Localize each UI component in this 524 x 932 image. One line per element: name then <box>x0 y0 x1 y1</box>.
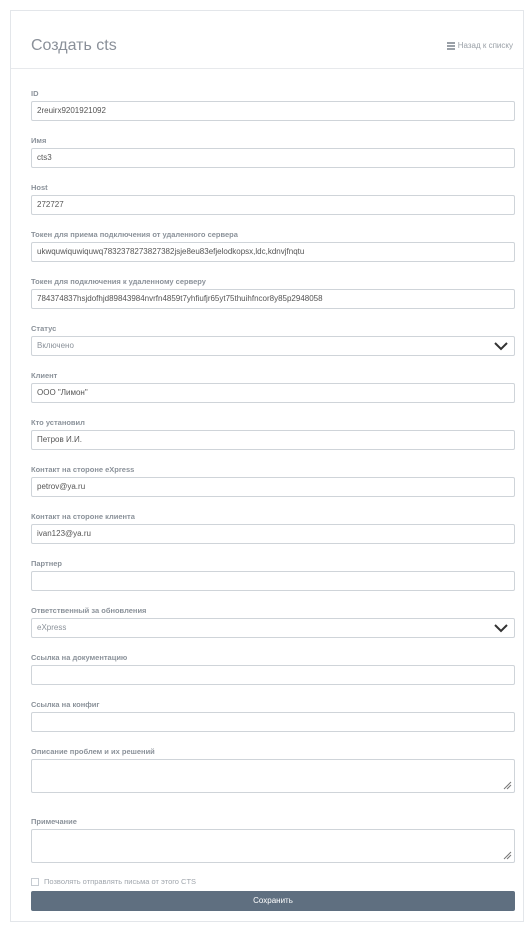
update-responsible-select[interactable]: eXpress <box>31 618 515 638</box>
token-in-input[interactable]: ukwquwiquwiquwq7832378273827382jsje8eu83… <box>31 242 515 262</box>
allow-emails-label: Позволять отправлять письма от этого CTS <box>44 877 197 886</box>
host-input[interactable]: 272727 <box>31 195 515 215</box>
contact-express-input[interactable]: petrov@ya.ru <box>31 477 515 497</box>
token-out-label: Токен для подключения к удаленному серве… <box>31 277 206 286</box>
page-title: Создать cts <box>31 37 117 54</box>
status-label: Статус <box>31 324 57 333</box>
list-icon <box>446 42 455 50</box>
resize-handle-icon[interactable] <box>503 851 512 860</box>
problems-label: Описание проблем и их решений <box>31 747 155 756</box>
status-select[interactable]: Включено <box>31 336 515 356</box>
back-to-list-link[interactable]: Назад к списку <box>446 41 513 50</box>
partner-input[interactable] <box>31 571 515 591</box>
status-value: Включено <box>37 341 74 350</box>
name-label: Имя <box>31 136 47 145</box>
problems-textarea[interactable] <box>31 759 515 793</box>
id-label: ID <box>31 89 39 98</box>
create-cts-card: Создать cts Назад к списку ID 2reuirx920… <box>10 10 524 922</box>
doc-link-input[interactable] <box>31 665 515 685</box>
note-label: Примечание <box>31 817 77 826</box>
contact-express-label: Контакт на стороне eXpress <box>31 465 135 474</box>
allow-emails-checkbox[interactable] <box>31 877 39 886</box>
token-in-label: Токен для приема подключения от удаленно… <box>31 230 238 239</box>
token-out-input[interactable]: 784374837hsjdofhjd89843984nvrfn4859t7yhf… <box>31 289 515 309</box>
id-input[interactable]: 2reuirx9201921092 <box>31 101 515 121</box>
config-link-label: Ссылка на конфиг <box>31 700 100 709</box>
contact-client-input[interactable]: ivan123@ya.ru <box>31 524 515 544</box>
update-responsible-value: eXpress <box>37 623 67 632</box>
partner-label: Партнер <box>31 559 62 568</box>
resize-handle-icon[interactable] <box>503 781 512 790</box>
chevron-down-icon <box>494 342 508 351</box>
card-header: Создать cts Назад к списку <box>11 11 523 69</box>
installer-input[interactable]: Петров И.И. <box>31 430 515 450</box>
installer-label: Кто установил <box>31 418 85 427</box>
update-responsible-label: Ответственный за обновления <box>31 606 147 615</box>
doc-link-label: Ссылка на документацию <box>31 653 128 662</box>
note-textarea[interactable] <box>31 829 515 863</box>
save-button[interactable]: Сохранить <box>31 891 515 911</box>
client-label: Клиент <box>31 371 58 380</box>
back-to-list-label: Назад к списку <box>457 41 513 50</box>
contact-client-label: Контакт на стороне клиента <box>31 512 135 521</box>
host-label: Host <box>31 183 48 192</box>
name-input[interactable]: cts3 <box>31 148 515 168</box>
allow-emails-row[interactable]: Позволять отправлять письма от этого CTS <box>31 877 196 886</box>
chevron-down-icon <box>494 624 508 633</box>
config-link-input[interactable] <box>31 712 515 732</box>
client-input[interactable]: ООО "Лимон" <box>31 383 515 403</box>
